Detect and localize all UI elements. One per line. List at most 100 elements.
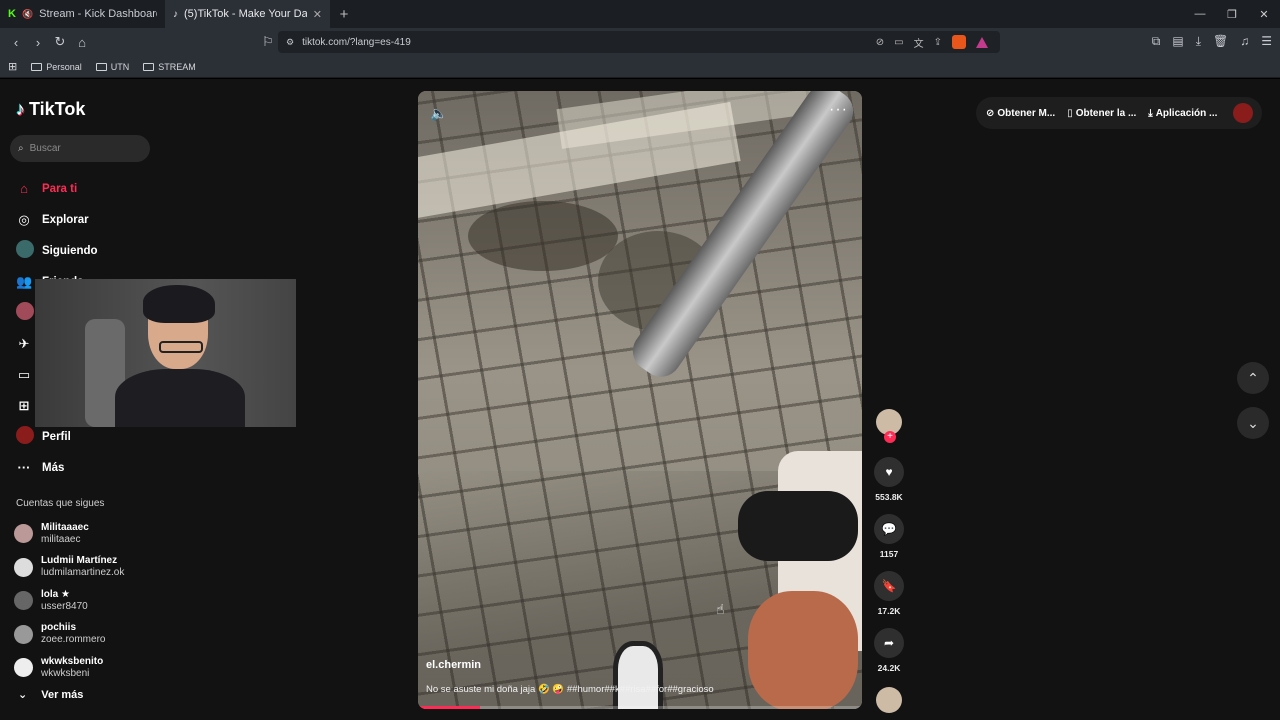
list-item[interactable]: Militaaaec militaaec xyxy=(14,517,154,551)
creator-avatar[interactable]: + xyxy=(876,409,902,443)
tab-title: (5)TikTok - Make Your Day xyxy=(184,8,307,20)
close-tab-icon[interactable]: ✕ xyxy=(313,8,322,21)
following-list: Militaaaec militaaec Ludmii Martínez ludmi… xyxy=(14,517,154,685)
hand-shape xyxy=(748,591,858,709)
tiktok-logo[interactable]: ♪ TikTok xyxy=(16,99,85,120)
bookmark-label: UTN xyxy=(110,61,130,72)
avatar xyxy=(14,658,33,678)
previous-video-button[interactable]: ⌃ xyxy=(1237,362,1269,394)
back-icon[interactable]: ‹ xyxy=(6,35,26,50)
video-progress-bar[interactable] xyxy=(418,706,862,709)
video-player[interactable]: 🔈 ··· el.chermin No se asuste mi doña ja… xyxy=(418,91,862,709)
follow-username: zoee.rommero xyxy=(41,634,106,646)
nav-label: Para ti xyxy=(42,182,78,195)
wet-stain xyxy=(468,201,618,271)
home-browser-icon[interactable]: ⌂ xyxy=(72,35,92,50)
follow-username: wkwksbeni xyxy=(41,667,90,679)
share-button[interactable]: ➦ xyxy=(874,628,904,658)
profile-icon xyxy=(16,426,34,447)
bookmark-icon[interactable]: ⚐ xyxy=(258,34,278,50)
coin-icon: ⊘ xyxy=(986,107,995,119)
forward-icon[interactable]: › xyxy=(28,35,48,50)
profile-avatar[interactable] xyxy=(1233,103,1253,123)
follow-name: lola ★ xyxy=(41,588,70,600)
extensions-area: ⧉ ▤ ⤓ 🗑 ♫ ☰ xyxy=(1152,34,1272,49)
logo-text: TikTok xyxy=(29,99,86,119)
follow-username: militaaec xyxy=(41,533,81,545)
webcam-overlay xyxy=(35,279,296,427)
apps-grid-icon[interactable]: ⊞ xyxy=(8,60,17,73)
cast-icon[interactable]: ▭ xyxy=(894,37,903,48)
bookmark-label: STREAM xyxy=(158,61,196,72)
like-button[interactable]: ♥ xyxy=(874,457,904,487)
no-cast-icon[interactable]: ⊘ xyxy=(876,37,884,48)
desktop-app-button[interactable]: ⤓ Aplicación ... xyxy=(1148,108,1217,119)
nav-para-ti[interactable]: ⌂ Para ti xyxy=(16,173,146,204)
trash-icon[interactable]: 🗑 xyxy=(1213,34,1228,49)
next-video-button[interactable]: ⌄ xyxy=(1237,407,1269,439)
heart-icon: ♥ xyxy=(885,465,893,479)
person-body xyxy=(115,369,245,427)
mute-icon[interactable]: 🔇 xyxy=(22,9,33,20)
site-info-icon[interactable]: ⚙ xyxy=(286,37,294,48)
menu-icon[interactable]: ☰ xyxy=(1261,34,1272,49)
bookmark-folder-utn[interactable]: UTN xyxy=(95,61,130,72)
avatar xyxy=(14,557,33,577)
kick-logo-icon: K xyxy=(8,8,16,20)
top-action-label: Obtener la ... xyxy=(1075,107,1137,119)
bookmark-save-icon: 🔖 xyxy=(881,579,897,593)
see-more-button[interactable]: ⌄ Ver más xyxy=(18,688,83,702)
restore-icon[interactable]: ❐ xyxy=(1216,8,1248,21)
follow-plus-icon[interactable]: + xyxy=(884,431,896,443)
save-button[interactable]: 🔖 xyxy=(874,571,904,601)
list-item[interactable]: Ludmii Martínez ludmilamartinez.ok xyxy=(14,551,154,585)
sidebar-icon[interactable]: ▤ xyxy=(1172,34,1183,49)
url-bar[interactable]: ⚙ tiktok.com/?lang=es-419 ⊘ ▭ 文 ⇪ xyxy=(278,31,1000,53)
brave-shields-icon[interactable] xyxy=(952,35,966,49)
tab-kick-dashboard[interactable]: K 🔇 Stream - Kick Dashboard xyxy=(0,0,165,28)
messages-icon: ✈ xyxy=(18,335,30,351)
phone-icon: ▯ xyxy=(1067,107,1073,119)
shoe-shape xyxy=(613,641,663,709)
brave-rewards-icon[interactable] xyxy=(976,36,988,48)
search-input[interactable]: ⌕ Buscar xyxy=(10,135,150,162)
avatar xyxy=(14,624,33,644)
translate-icon[interactable]: 文 xyxy=(914,35,924,50)
download-icon[interactable]: ⤓ xyxy=(1196,34,1201,49)
nav-explorar[interactable]: ◎ Explorar xyxy=(16,204,146,235)
list-item[interactable]: wkwksbenito wkwksbeni xyxy=(14,651,154,685)
tab-tiktok[interactable]: ♪ (5)TikTok - Make Your Day ✕ xyxy=(165,0,330,28)
volume-icon[interactable]: 🔈 xyxy=(430,105,447,122)
comment-count: 1157 xyxy=(879,549,899,559)
reload-icon[interactable]: ↻ xyxy=(50,34,70,50)
minimize-icon[interactable]: — xyxy=(1184,8,1216,21)
close-window-icon[interactable]: ✕ xyxy=(1248,8,1280,21)
chevron-up-icon: ⌃ xyxy=(1247,369,1259,386)
extensions-icon[interactable]: ⧉ xyxy=(1152,34,1161,49)
new-tab-button[interactable]: + xyxy=(330,6,358,23)
share-icon[interactable]: ⇪ xyxy=(934,37,942,48)
following-section-title: Cuentas que sigues xyxy=(16,498,105,509)
dark-cloth-shape xyxy=(738,491,858,561)
follow-username: usser8470 xyxy=(41,600,88,612)
follow-name: wkwksbenito xyxy=(41,655,104,667)
get-coins-button[interactable]: ⊘ Obtener M... xyxy=(986,108,1055,119)
nav-mas[interactable]: ··· Más xyxy=(16,452,146,483)
comment-button[interactable]: 💬 xyxy=(874,514,904,544)
avatar xyxy=(14,524,33,544)
following-icon xyxy=(16,240,34,261)
list-item[interactable]: pochiis zoee.rommero xyxy=(14,618,154,652)
get-app-button[interactable]: ▯ Obtener la ... xyxy=(1067,108,1136,119)
music-disc-avatar[interactable] xyxy=(876,687,902,713)
follow-username: ludmilamartinez.ok xyxy=(41,567,125,579)
more-options-icon[interactable]: ··· xyxy=(829,101,848,119)
glasses-shape xyxy=(159,341,203,353)
media-icon[interactable]: ♫ xyxy=(1240,34,1249,49)
nav-siguiendo[interactable]: Siguiendo xyxy=(16,235,146,266)
bookmark-folder-stream[interactable]: STREAM xyxy=(143,62,196,72)
tiktok-page: ♪ TikTok ⌕ Buscar ⌂ Para ti ◎ Explorar Sig… xyxy=(0,79,1280,720)
search-placeholder: Buscar xyxy=(29,143,61,154)
bookmark-folder-personal[interactable]: Personal xyxy=(31,62,82,72)
list-item[interactable]: lola ★ usser8470 xyxy=(14,584,154,618)
video-author[interactable]: el.chermin xyxy=(426,659,481,671)
